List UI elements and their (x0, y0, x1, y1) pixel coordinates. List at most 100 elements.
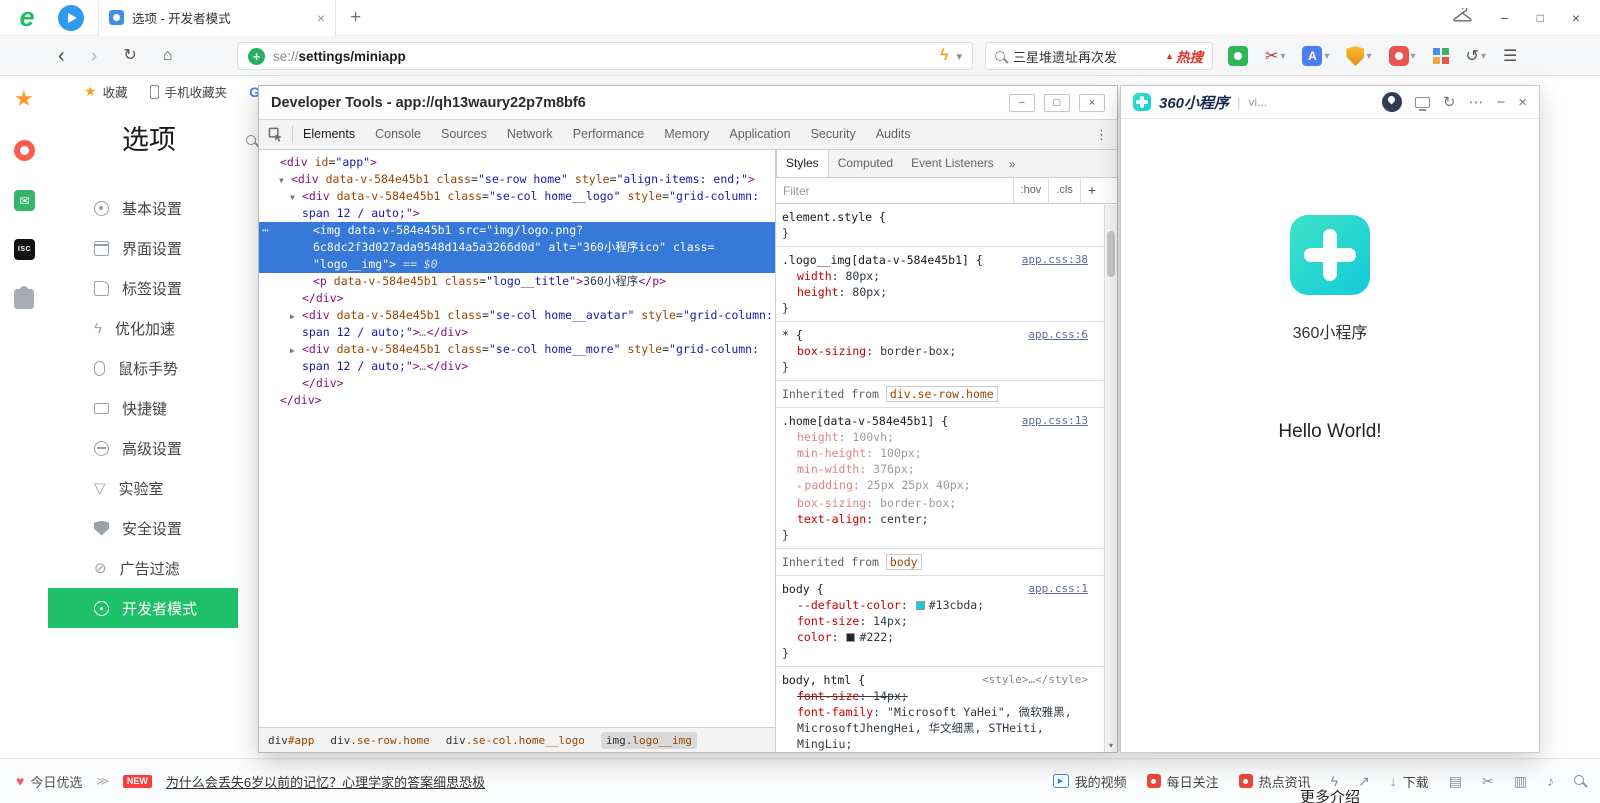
css-property[interactable]: height: 100vh; (782, 429, 1101, 445)
sidebar-item-界面设置[interactable]: 界面设置 (48, 228, 238, 268)
element-class-toggle[interactable]: .cls (1048, 178, 1080, 203)
scissors-extension-icon[interactable]: ✂▾ (1265, 46, 1285, 66)
hot-search-badge[interactable]: ▲热搜 (1165, 46, 1203, 66)
devtools-tab-audits[interactable]: Audits (866, 120, 921, 149)
extensions-puzzle-icon[interactable] (14, 289, 40, 309)
theme-hanger-icon[interactable] (1453, 8, 1472, 27)
pseudo-state-toggle[interactable]: :hov (1013, 178, 1049, 203)
page-search-icon[interactable] (1574, 772, 1584, 790)
css-property[interactable]: min-width: 376px; (782, 461, 1101, 477)
dom-node[interactable]: ▼<div data-v-584e45b1 class="se-col home… (259, 188, 775, 205)
expand-arrow-icon[interactable]: ▼ (279, 172, 284, 189)
dom-node[interactable]: ▶<div data-v-584e45b1 class="se-col home… (259, 307, 775, 324)
sidebar-item-安全设置[interactable]: 安全设置 (48, 508, 238, 548)
breadcrumb-item[interactable]: div.se-row.home (330, 734, 429, 747)
css-property[interactable]: font-size: 14px; (782, 613, 1101, 629)
stylesheet-link[interactable]: app.css:13 (1022, 413, 1088, 429)
refresh-icon[interactable]: ↻ (1443, 95, 1456, 110)
breadcrumb-item[interactable]: div#app (268, 734, 314, 747)
styles-scrollbar[interactable]: ▾ (1104, 205, 1117, 752)
more-info-link[interactable]: 更多介绍 (1121, 786, 1539, 803)
css-property[interactable]: font-size: 14px; (782, 688, 1101, 704)
dom-node[interactable]: </div> (259, 290, 775, 307)
back-button[interactable]: ‹ (58, 46, 65, 66)
expand-arrow-icon[interactable]: ▶ (290, 308, 295, 325)
security-shield-icon[interactable]: ▾ (1346, 46, 1371, 66)
tabs-overflow-icon[interactable]: » (1003, 157, 1022, 171)
tab-close-icon[interactable]: × (317, 10, 325, 26)
dom-node[interactable]: "logo__img"> == $0 (259, 256, 775, 273)
stylesheet-link[interactable]: app.css:38 (1022, 252, 1088, 268)
breadcrumb-item[interactable]: img.logo__img (601, 732, 697, 749)
devtools-tab-security[interactable]: Security (801, 120, 866, 149)
sidebar-item-实验室[interactable]: ▽实验室 (48, 468, 238, 508)
dom-node[interactable]: span 12 / auto;">…</div> (259, 324, 775, 341)
dom-node[interactable]: <div id="app"> (259, 154, 775, 171)
sidebar-item-快捷键[interactable]: 快捷键 (48, 388, 238, 428)
chevron-down-icon[interactable]: ▾ (956, 50, 962, 63)
search-box[interactable]: 三星堆遗址再次发 ▲热搜 (985, 42, 1213, 70)
styles-tab-styles[interactable]: Styles (776, 150, 829, 177)
devtools-tab-elements[interactable]: Elements (293, 120, 365, 149)
inherited-ref-link[interactable]: body (886, 554, 922, 570)
speaker-icon[interactable]: ♪ (1547, 774, 1554, 788)
devtools-tab-performance[interactable]: Performance (563, 120, 655, 149)
stylesheet-link[interactable]: app.css:6 (1028, 327, 1088, 343)
sidebar-item-开发者模式[interactable]: 开发者模式 (48, 588, 238, 628)
undo-icon[interactable]: ↺▾ (1466, 46, 1486, 66)
sidebar-item-优化加速[interactable]: ϟ优化加速 (48, 308, 238, 348)
devtools-maximize-icon[interactable]: □ (1044, 94, 1070, 112)
css-property[interactable]: box-sizing: border-box; (782, 343, 1101, 359)
apps-grid-icon[interactable] (1433, 48, 1449, 64)
sidebar-item-高级设置[interactable]: 高级设置 (48, 428, 238, 468)
css-selector[interactable]: element.style { (782, 209, 1101, 225)
settings-search-icon[interactable] (246, 132, 256, 150)
bookmark-favorites[interactable]: ★收藏 (84, 82, 128, 101)
my-videos-link[interactable]: ▶我的视频 (1053, 772, 1127, 791)
refresh-button[interactable]: ↻ (123, 48, 136, 64)
miniapp-minimize-icon[interactable]: − (1496, 95, 1505, 110)
miniapp-more-icon[interactable]: ⋯ (1468, 95, 1483, 110)
bookmark-phone-folder[interactable]: 手机收藏夹 (150, 82, 228, 101)
monitor-icon[interactable] (1415, 97, 1430, 108)
css-property[interactable]: height: 80px; (782, 284, 1101, 300)
dom-node[interactable]: 6c8dc2f3d027ada9548d14a5a3266d0d" alt="3… (259, 239, 775, 256)
devtools-tab-memory[interactable]: Memory (654, 120, 719, 149)
dom-node[interactable]: ▶<div data-v-584e45b1 class="se-col home… (259, 341, 775, 358)
collapse-icon[interactable]: ≫ (96, 774, 109, 788)
today-pick-link[interactable]: ♥今日优选 (16, 772, 82, 791)
expand-arrow-icon[interactable]: ▶ (290, 342, 295, 359)
css-property[interactable]: --default-color: #13cbda; (782, 597, 1101, 613)
devtools-tab-application[interactable]: Application (719, 120, 800, 149)
styles-tab-event-listeners[interactable]: Event Listeners (902, 150, 1003, 177)
stylesheet-link[interactable]: app.css:1 (1028, 581, 1088, 597)
dom-node[interactable]: span 12 / auto;"> (259, 205, 775, 222)
site-badge-icon[interactable]: + (248, 48, 265, 65)
css-property[interactable]: box-sizing: border-box; (782, 495, 1101, 511)
devtools-close-icon[interactable]: × (1079, 94, 1105, 112)
styles-tab-computed[interactable]: Computed (829, 150, 902, 177)
node-menu-icon[interactable]: ⋯ (262, 222, 268, 239)
forward-button[interactable]: › (91, 46, 98, 66)
devtools-more-icon[interactable]: ⋮ (1086, 127, 1117, 143)
dom-node[interactable]: </div> (259, 375, 775, 392)
css-property[interactable]: min-height: 100px; (782, 445, 1101, 461)
red-app-icon[interactable] (14, 140, 40, 161)
window-minimize-icon[interactable]: − (1500, 10, 1508, 26)
devtools-tab-sources[interactable]: Sources (431, 120, 497, 149)
main-menu-icon[interactable]: ☰ (1503, 46, 1517, 66)
css-property[interactable]: text-align: center; (782, 511, 1101, 527)
sidebar-item-标签设置[interactable]: 标签设置 (48, 268, 238, 308)
pinned-app-icon[interactable] (58, 5, 84, 31)
browser-tab[interactable]: 选项 - 开发者模式 × (98, 0, 336, 36)
scroll-down-icon[interactable]: ▾ (1105, 741, 1117, 750)
sidebar-item-鼠标手势[interactable]: 鼠标手势 (48, 348, 238, 388)
green-extension-icon[interactable] (1228, 46, 1248, 66)
css-property[interactable]: ▸padding: 25px 25px 40px; (782, 477, 1101, 495)
color-swatch[interactable] (846, 633, 855, 642)
address-bar[interactable]: + se://settings/miniapp ϟ ▾ (237, 42, 973, 70)
css-property[interactable]: width: 80px; (782, 268, 1101, 284)
devtools-tab-network[interactable]: Network (497, 120, 563, 149)
mail-app-icon[interactable]: ✉ (14, 190, 40, 211)
breadcrumb-item[interactable]: div.se-col.home__logo (446, 734, 585, 747)
